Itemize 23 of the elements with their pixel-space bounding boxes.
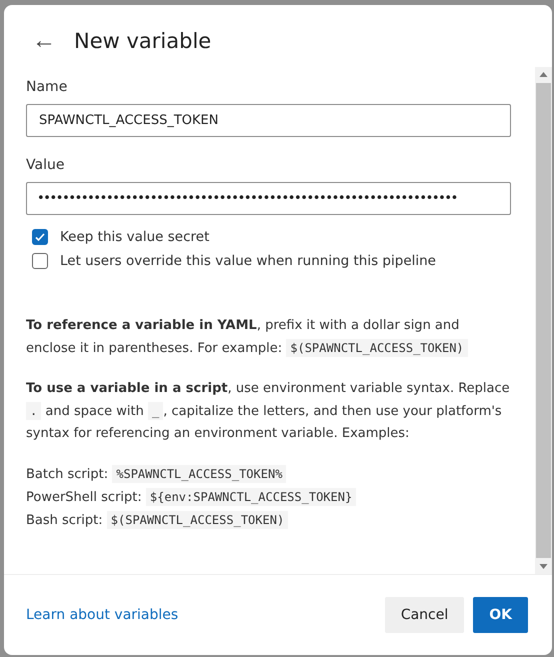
back-button[interactable]: ← [32,29,56,53]
example-label: Batch script: [26,467,108,482]
field-label: Value [26,157,66,173]
ok-button[interactable]: OK [473,597,528,633]
scrollbar[interactable] [535,67,552,574]
check-icon [34,231,46,243]
help-paragraph: To use a variable in a script, use environment variable syntax. Replace . and space with _ , capitalize the letters, and then use your platform's syntax for referencing an environment variable. Examples: [26,380,511,443]
learn-link[interactable]: Learn about variables [26,607,376,623]
password-field[interactable]: ••••••••••••••••••••••••••••••••••••••••••••••••••••••••••••••••••• [26,182,511,215]
example-label: Bash script: [26,513,103,528]
checkbox[interactable] [32,253,48,269]
cancel-button[interactable]: Cancel [384,597,464,633]
checkbox-label: Let users override this value when running this pipeline [60,253,436,269]
example-code: %SPAWNCTL_ACCESS_TOKEN% [112,465,286,483]
text-field[interactable]: SPAWNCTL_ACCESS_TOKEN [26,104,511,137]
dialog-title: New variable [74,29,212,53]
help-paragraph: To reference a variable in YAML, prefix it with a dollar sign and enclose it in parentheses. For example: $(SPAWNCTL_ACCESS_TOKEN) [26,315,511,360]
example-label: PowerShell script: [26,490,142,505]
example-code: $(SPAWNCTL_ACCESS_TOKEN) [106,511,288,529]
field-label: Name [26,79,68,95]
checkbox[interactable] [32,229,48,245]
example-code: ${env:SPAWNCTL_ACCESS_TOKEN} [146,488,356,506]
checkbox-label: Keep this value secret [60,229,210,245]
